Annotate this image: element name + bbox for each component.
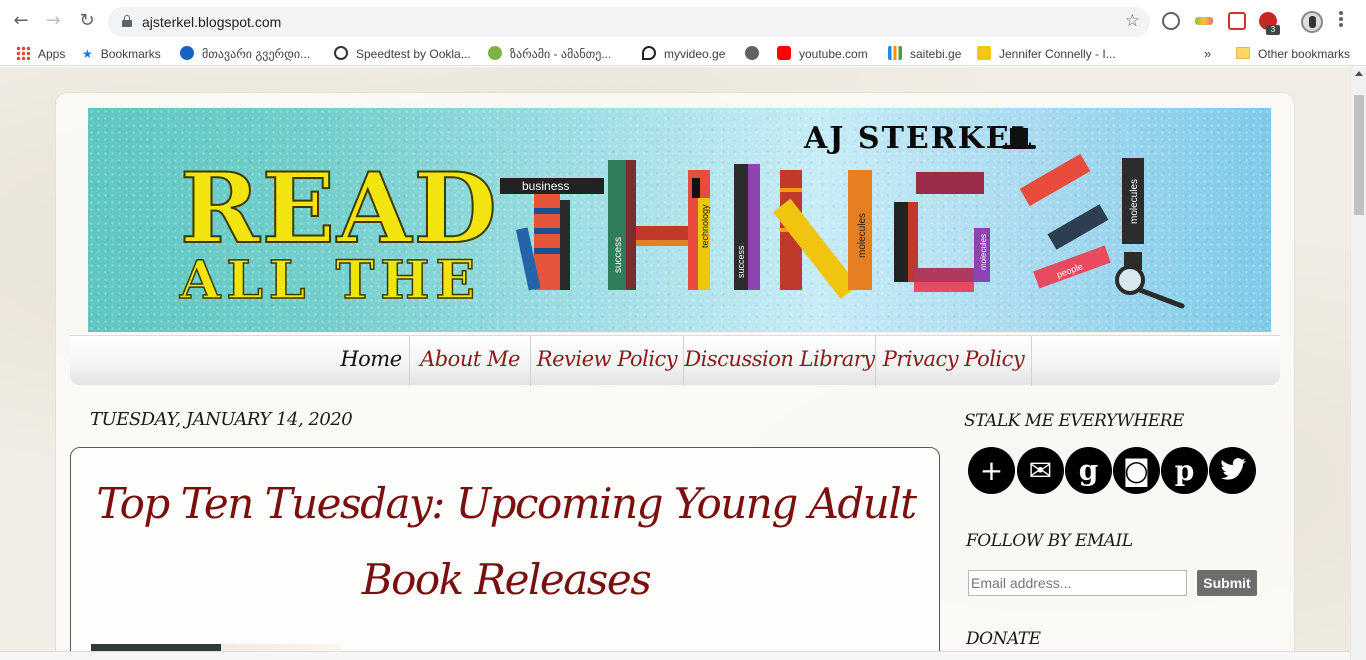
speedometer-extension-icon[interactable] (1162, 12, 1180, 30)
email-field[interactable] (968, 570, 1187, 596)
myvideo-icon (642, 46, 656, 60)
bookmark-world[interactable] (745, 46, 767, 62)
youtube-icon (777, 46, 791, 60)
page-bottom-edge (0, 651, 1350, 660)
banner-artwork: READ ALL THE AJ STERKEL business success… (178, 121, 1185, 312)
bookmark-myvideo[interactable]: myvideo.ge (642, 46, 725, 62)
tab-review-policy[interactable]: Review Policy (531, 336, 683, 386)
svg-text:molecules: molecules (857, 213, 868, 258)
scroll-thumb[interactable] (1354, 95, 1364, 215)
other-bookmarks[interactable]: Other bookmarks (1236, 46, 1350, 62)
bookmark-georgian-site[interactable]: ზარამი - ამანთე... (488, 46, 611, 62)
star-icon: ★ (82, 47, 93, 61)
bookmark-star-icon[interactable]: ☆ (1125, 11, 1140, 31)
apps-grid-icon (16, 46, 30, 60)
banner-author-text: AJ STERKEL (803, 121, 1034, 156)
post-date: TUESDAY, JANUARY 14, 2020 (90, 409, 353, 430)
blog-page: READ ALL THE AJ STERKEL business success… (0, 67, 1350, 660)
tab-about-me[interactable]: About Me (410, 336, 530, 386)
email-icon[interactable]: ✉ (1017, 447, 1064, 494)
saitebi-icon (888, 46, 902, 60)
svg-text:success: success (613, 237, 624, 273)
twitter-icon[interactable] (1209, 447, 1256, 494)
stalk-me-title: STALK ME EVERYWHERE (964, 411, 1184, 431)
back-arrow-icon[interactable]: ← (10, 10, 32, 32)
banner-book-letters: business success technology success mole… (500, 153, 1144, 299)
svg-text:success: success (736, 245, 746, 278)
bookmark-youtube[interactable]: youtube.com (777, 46, 868, 62)
bookmark-imdb[interactable]: Jennifer Connelly - I... (977, 46, 1116, 62)
net-icon (180, 46, 194, 60)
post-title[interactable]: Top Ten Tuesday: Upcoming Young Adult Bo… (71, 466, 941, 618)
reload-icon[interactable]: ↻ (76, 10, 98, 32)
submit-button[interactable]: Submit (1197, 570, 1257, 596)
svg-text:molecules: molecules (1129, 179, 1140, 224)
browser-toolbar: ← → ↻ ajsterkel.blogspot.com ☆ 3 (0, 0, 1366, 42)
magnifying-glass-icon (1115, 265, 1185, 309)
banner-read-text: READ (180, 152, 499, 265)
bookmark-bookmarks[interactable]: ★ Bookmarks (82, 46, 161, 62)
forward-arrow-icon[interactable]: → (42, 10, 64, 32)
globe-icon (488, 46, 502, 60)
tab-home[interactable]: Home (332, 336, 410, 386)
folder-icon (1236, 47, 1250, 59)
bookmark-speedtest[interactable]: Speedtest by Ookla... (334, 46, 471, 62)
donate-title: DONATE (966, 629, 1041, 649)
speedtest-icon (334, 46, 348, 60)
world-icon (745, 46, 759, 60)
bookmark-saitebi[interactable]: saitebi.ge (888, 46, 961, 62)
url-text[interactable]: ajsterkel.blogspot.com (142, 14, 281, 30)
address-bar[interactable]: ajsterkel.blogspot.com ☆ (108, 7, 1150, 37)
pdf-extension-icon[interactable] (1228, 12, 1246, 30)
browser-menu-icon[interactable] (1339, 11, 1343, 29)
scroll-up-arrow-icon[interactable] (1355, 71, 1363, 76)
follow-by-email-title: FOLLOW BY EMAIL (966, 531, 1133, 551)
profile-avatar[interactable] (1301, 11, 1323, 33)
lock-icon (122, 15, 132, 27)
svg-text:molecules: molecules (979, 234, 988, 270)
extension-badge: 3 (1266, 25, 1280, 35)
colorful-extension-icon[interactable] (1195, 17, 1213, 25)
bookmarks-overflow-chevron[interactable]: » (1204, 46, 1211, 61)
instagram-icon[interactable]: ◙ (1113, 447, 1160, 494)
imdb-icon (977, 46, 991, 60)
plus-icon[interactable]: + (968, 447, 1015, 494)
bookmark-net[interactable]: მთავარი გვერდი... (180, 46, 310, 62)
post-card: Top Ten Tuesday: Upcoming Young Adult Bo… (70, 447, 940, 660)
pinterest-icon[interactable]: p (1161, 447, 1208, 494)
svg-text:business: business (522, 179, 569, 193)
bookmarks-bar: Apps ★ Bookmarks მთავარი გვერდი... Speedt… (0, 42, 1366, 66)
tab-discussion-library[interactable]: Discussion Library (684, 336, 875, 386)
header-banner[interactable]: READ ALL THE AJ STERKEL business success… (88, 108, 1271, 332)
banner-all-the-text: ALL THE (179, 250, 481, 311)
vertical-scrollbar[interactable] (1350, 67, 1366, 660)
svg-text:technology: technology (700, 204, 710, 248)
bookmark-apps[interactable]: Apps (16, 46, 65, 62)
nav-tabs: Home About Me Review Policy Discussion L… (70, 335, 1280, 386)
goodreads-icon[interactable]: g (1065, 447, 1112, 494)
tab-privacy-policy[interactable]: Privacy Policy (876, 336, 1031, 386)
